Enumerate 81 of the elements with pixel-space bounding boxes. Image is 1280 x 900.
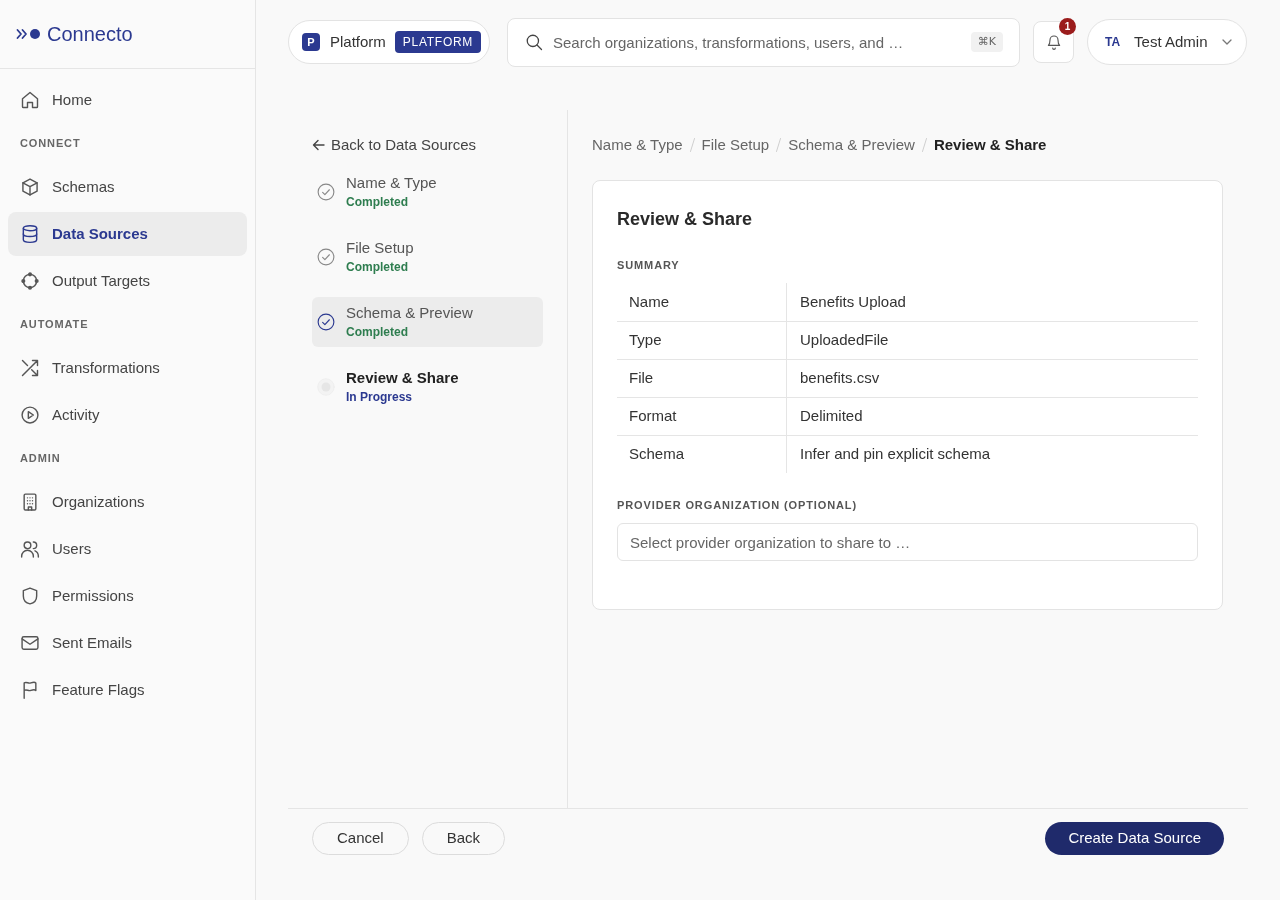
sidebar-item[interactable]: Schemas [8, 165, 247, 209]
wizard-step[interactable]: Schema & Preview Completed [312, 297, 543, 347]
card-title: Review & Share [617, 208, 753, 231]
check-circle-icon [317, 183, 335, 201]
wizard-step[interactable]: Name & Type Completed [312, 167, 543, 217]
step-status: In Progress [346, 389, 414, 406]
table-cell: Type [617, 322, 787, 359]
sidebar-item[interactable]: Sent Emails [8, 621, 247, 665]
step-status: Completed [346, 259, 409, 276]
home-icon [20, 90, 40, 110]
step-status: Completed [346, 194, 409, 211]
sidebar-item[interactable]: Transformations [8, 346, 247, 390]
search-input[interactable]: Search organizations, transformations, users, and … [553, 30, 961, 54]
slash-icon [921, 138, 927, 152]
breadcrumb-link[interactable]: File Setup [701, 133, 770, 157]
secondary-button[interactable]: Back [421, 822, 506, 855]
section-heading: AUTOMATE [20, 317, 89, 333]
table-cell-text: UploadedFile [799, 330, 890, 351]
workspace-switcher[interactable]: P Platform PLATFORM [288, 20, 490, 64]
sidebar-item[interactable]: Activity [8, 393, 247, 437]
select-field[interactable]: Select provider organization to share to … [617, 523, 1198, 561]
flag-icon [20, 680, 40, 700]
sidebar-item[interactable]: Output Targets [8, 259, 247, 303]
mail-icon [20, 633, 40, 653]
table-cell-text: Benefits Upload [799, 291, 907, 312]
cube-icon [20, 177, 40, 197]
step-title: Name & Type [346, 173, 437, 193]
step-title: Schema & Preview [346, 303, 473, 323]
user-initials: TA [1105, 34, 1121, 51]
shortcut-key: ⌘K [970, 31, 1003, 53]
shield-icon [20, 586, 40, 606]
sidebar-item[interactable]: Data Sources [8, 212, 247, 256]
table-cell: File [617, 360, 787, 397]
workspace-initial: P [302, 33, 320, 51]
section-heading: ADMIN [20, 451, 61, 467]
target-icon [20, 271, 40, 291]
breadcrumb-link[interactable]: Name & Type [592, 133, 683, 157]
table-cell: Schema [617, 436, 787, 473]
table-cell-text: Delimited [799, 406, 864, 427]
search-field[interactable]: Search organizations, transformations, users, and … ⌘K [507, 17, 1020, 67]
users-icon [20, 539, 40, 559]
table-cell-text: benefits.csv [799, 368, 881, 389]
table-cell-text: Infer and pin explicit schema [799, 444, 992, 465]
check-circle-icon [317, 313, 335, 331]
table-cell: Name [617, 283, 787, 321]
step-status: Completed [346, 324, 409, 341]
section-heading: CONNECT [20, 136, 81, 152]
workspace-badge: PLATFORM [394, 31, 482, 53]
play-icon [20, 405, 40, 425]
slash-icon [689, 138, 695, 152]
slash-icon [776, 138, 782, 152]
notification-badge: 1 [1059, 18, 1076, 35]
database-icon [20, 224, 40, 244]
building-icon [20, 492, 40, 512]
create-button[interactable]: Create Data Source [1045, 822, 1224, 855]
section-heading: SUMMARY [617, 259, 680, 271]
back-link[interactable]: Back to Data Sources [312, 135, 477, 155]
breadcrumb-link[interactable]: Schema & Preview [788, 133, 915, 157]
notifications-button[interactable]: 1 [1033, 21, 1074, 63]
logo-text: Connecto [47, 24, 133, 44]
step-title: File Setup [346, 238, 414, 258]
table-cell: Format [617, 398, 787, 435]
logo-icon [16, 28, 41, 40]
search-icon [525, 33, 543, 51]
sidebar-item[interactable]: Users [8, 527, 247, 571]
breadcrumb-current: Review & Share [933, 134, 1047, 155]
arrow-left-icon [312, 139, 325, 151]
sidebar-item[interactable]: Organizations [8, 480, 247, 524]
wizard-step[interactable]: File Setup Completed [312, 232, 543, 282]
check-circle-icon [317, 248, 335, 266]
wizard-step[interactable]: Review & Share In Progress [312, 362, 543, 412]
sidebar-item[interactable]: Home [8, 78, 247, 122]
chevron-down-icon [1222, 39, 1232, 45]
field-label: PROVIDER ORGANIZATION (OPTIONAL) [617, 499, 857, 511]
shuffle-icon [20, 358, 40, 378]
secondary-button[interactable]: Cancel [312, 822, 409, 855]
user-menu[interactable]: TA Test Admin [1087, 19, 1247, 65]
bell-icon [1045, 34, 1062, 50]
sidebar-item[interactable]: Feature Flags [8, 668, 247, 712]
sidebar-item[interactable]: Permissions [8, 574, 247, 618]
step-title: Review & Share [346, 368, 459, 388]
